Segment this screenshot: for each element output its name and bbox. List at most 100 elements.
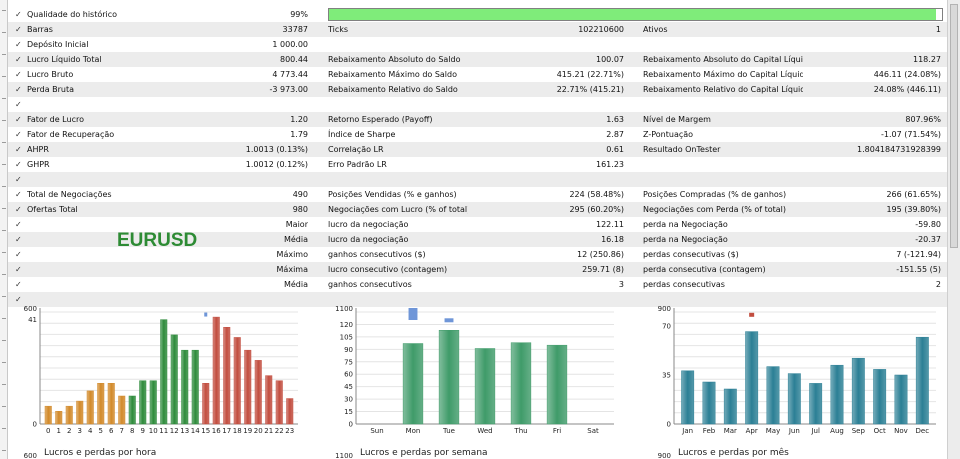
chart-bar (702, 381, 716, 425)
checkmark-icon[interactable]: ✓ (15, 7, 22, 22)
vertical-scrollbar[interactable] (947, 0, 960, 459)
margin-tick (2, 340, 6, 341)
stat-value: 800.44 (280, 55, 308, 64)
checkmark-icon[interactable]: ✓ (15, 22, 22, 37)
chart-bar (65, 405, 73, 425)
chart-bar (745, 331, 759, 425)
stats-row: ✓ Barras 33787 Ticks 102210600 Ativos 1 (8, 22, 947, 37)
stat-value: 100.07 (596, 55, 624, 64)
x-tick-label: 3 (78, 427, 82, 435)
chart-bar (402, 343, 424, 425)
stat-label: Maior (285, 220, 308, 229)
stat-label: Retorno Esperado (Payoff) (328, 115, 433, 124)
stat-value: 102210600 (578, 25, 624, 34)
x-tick-label: May (766, 427, 780, 435)
checkmark-icon[interactable]: ✓ (15, 112, 22, 127)
x-tick-label: 11 (159, 427, 168, 435)
stat-label: Posições Vendidas (% e ganhos) (328, 190, 457, 199)
margin-tick (2, 10, 6, 11)
checkmark-icon[interactable]: ✓ (15, 262, 22, 277)
stat-value: 1 000.00 (272, 40, 308, 49)
chart-bar (55, 411, 63, 425)
checkmark-icon[interactable]: ✓ (15, 217, 22, 232)
x-tick-label: 23 (285, 427, 294, 435)
y-tick-label: 60 (344, 371, 353, 379)
x-tick-label: Sep (852, 427, 866, 435)
stat-label: Qualidade do histórico (27, 10, 118, 19)
x-tick-label: 16 (212, 427, 221, 435)
stat-label: Rebaixamento Absoluto do Saldo (328, 55, 461, 64)
checkmark-icon[interactable]: ✓ (15, 187, 22, 202)
x-tick-label: 18 (233, 427, 242, 435)
margin-tick (2, 120, 6, 121)
stat-value: 415.21 (22.71%) (556, 70, 624, 79)
checkmark-icon[interactable]: ✓ (15, 37, 22, 52)
checkmark-icon[interactable]: ✓ (15, 172, 22, 187)
checkmark-icon[interactable]: ✓ (15, 127, 22, 142)
margin-tick (2, 98, 6, 99)
y-tick-label: 105 (340, 333, 353, 341)
chart-bar (170, 334, 178, 425)
checkmark-icon[interactable]: ✓ (15, 82, 22, 97)
x-tick-label: 9 (141, 427, 145, 435)
x-tick-label: 6 (109, 427, 114, 435)
stats-row: ✓ GHPR 1.0012 (0.12%) Erro Padrão LR 161.23 (8, 157, 947, 172)
stat-label: Fator de Lucro (27, 115, 84, 124)
x-tick-label: 5 (99, 427, 103, 435)
stat-label: Rebaixamento Máximo do Saldo (328, 70, 458, 79)
chart-bar (894, 374, 908, 425)
chart-bar (233, 337, 241, 425)
chart-bar (438, 330, 460, 425)
margin-tick (2, 318, 6, 319)
y-tick-label: 45 (344, 383, 353, 391)
stat-label: lucro da negociação (328, 235, 409, 244)
checkmark-icon[interactable]: ✓ (15, 202, 22, 217)
stats-row: ✓ Máxima lucro consecutivo (contagem) 259.7… (8, 262, 947, 277)
margin-tick (2, 450, 6, 451)
chart-bar (107, 383, 115, 425)
checkmark-icon[interactable]: ✓ (15, 277, 22, 292)
chart-bar (546, 344, 568, 425)
chart-bar (787, 373, 801, 425)
chart-hourly: 600 0 41 0 1 2 3 4 5 6 7 8 9 10 11 12 13 14 15 16 17 18 19 20 21… (14, 304, 304, 459)
x-tick-label: 4 (88, 427, 93, 435)
stats-row: ✓ Depósito Inicial 1 000.00 (8, 37, 947, 52)
chart-marker (408, 308, 418, 320)
stat-value: 259.71 (8) (582, 265, 624, 274)
checkmark-icon[interactable]: ✓ (15, 247, 22, 262)
checkmark-icon[interactable]: ✓ (15, 232, 22, 247)
chart-bar (97, 383, 105, 425)
scrollbar-thumb[interactable] (950, 4, 958, 248)
x-tick-label: Jul (810, 427, 820, 435)
checkmark-icon[interactable]: ✓ (15, 142, 22, 157)
statistics-table: ✓ Qualidade do histórico 99% ✓ Barras 33787 Ti… (8, 7, 947, 307)
chart-bar (474, 348, 496, 425)
x-tick-label: Fri (553, 427, 561, 435)
stat-label: Máxima (276, 265, 308, 274)
chart-weekly: 1100 0 15 30 45 60 75 90 105 120 Sun Mon Tue Wed Thu Fr… (330, 304, 620, 459)
chart-svg: 900 0 35 70 Jan Feb Mar Apr May Jun Jul Aug Sep Oct No… (658, 305, 936, 459)
stat-label: ganhos consecutivos ($) (328, 250, 426, 259)
checkmark-icon[interactable]: ✓ (15, 52, 22, 67)
stat-label: Rebaixamento Relativo do Saldo (328, 85, 458, 94)
chart-bar (44, 405, 52, 425)
stat-value: 122.11 (596, 220, 624, 229)
chart-bar (766, 366, 780, 425)
chart-bar (202, 383, 210, 425)
y-tick-label: 0 (349, 421, 353, 429)
symbol-watermark: EURUSD (117, 230, 198, 251)
stat-value: 161.23 (596, 160, 624, 169)
margin-tick (2, 296, 6, 297)
margin-tick (2, 384, 6, 385)
checkmark-icon[interactable]: ✓ (15, 157, 22, 172)
x-tick-label: Dec (916, 427, 930, 435)
checkmark-icon[interactable]: ✓ (15, 67, 22, 82)
stat-label: Fator de Recuperação (27, 130, 115, 139)
x-tick-label: Tue (442, 427, 455, 435)
stats-row: ✓ Média ganhos consecutivos 3 perdas consecu… (8, 277, 947, 292)
checkmark-icon[interactable]: ✓ (15, 97, 22, 112)
stat-value: 24.08% (446.11) (873, 85, 941, 94)
stats-row: ✓ (8, 97, 947, 112)
stat-label: Negociações com Lucro (% of total) (328, 205, 468, 214)
y-max-label: 1100 (335, 305, 353, 313)
